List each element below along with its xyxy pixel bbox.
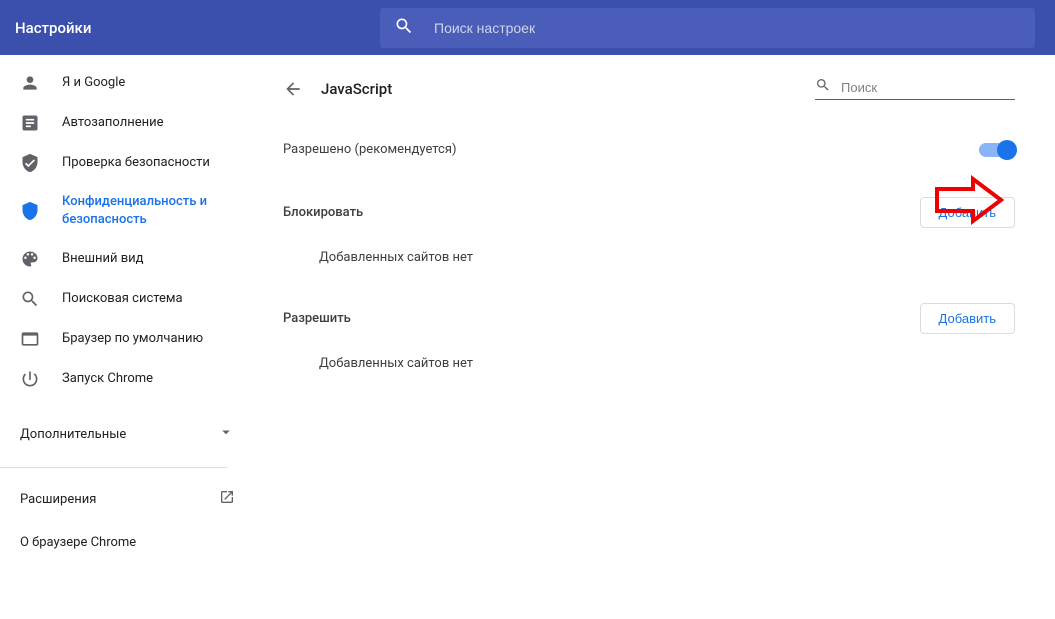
page-title: JavaScript [321, 80, 815, 98]
divider [0, 467, 228, 468]
allowed-label: Разрешено (рекомендуется) [283, 142, 456, 157]
allow-add-button[interactable]: Добавить [920, 303, 1015, 334]
search-icon [815, 77, 841, 97]
block-add-button[interactable]: Добавить [920, 197, 1015, 228]
sidebar-item-appearance[interactable]: Внешний вид [0, 239, 255, 279]
person-icon [20, 73, 40, 93]
sidebar-item-label: Внешний вид [62, 250, 255, 268]
sidebar-item-default-browser[interactable]: Браузер по умолчанию [0, 319, 255, 359]
sidebar-item-autofill[interactable]: Автозаполнение [0, 103, 255, 143]
block-section-title: Блокировать [283, 205, 363, 220]
arrow-back-icon [283, 79, 303, 99]
autofill-icon [20, 113, 40, 133]
main-header: JavaScript [283, 77, 1015, 100]
sidebar-extensions-label: Расширения [20, 492, 96, 507]
main-content: JavaScript Разрешено (рекомендуется) Бло… [255, 55, 1055, 619]
sidebar-extensions[interactable]: Расширения [0, 476, 255, 522]
sidebar-item-label: Конфиденциальность и безопасность [62, 193, 255, 229]
allow-empty-message: Добавленных сайтов нет [283, 356, 1015, 371]
app-header: Настройки [0, 0, 1055, 55]
allowed-setting-row: Разрешено (рекомендуется) [283, 142, 1015, 157]
sidebar-item-label: Браузер по умолчанию [62, 330, 255, 348]
settings-search[interactable] [380, 8, 1035, 48]
sidebar-item-safety-check[interactable]: Проверка безопасности [0, 143, 255, 183]
sidebar-advanced-label: Дополнительные [20, 427, 126, 442]
sidebar-item-startup[interactable]: Запуск Chrome [0, 359, 255, 399]
shield-icon [20, 201, 40, 221]
sidebar-about[interactable]: О браузере Chrome [0, 522, 255, 563]
back-button[interactable] [283, 79, 303, 99]
sidebar-about-label: О браузере Chrome [20, 535, 136, 550]
allow-section-title: Разрешить [283, 311, 351, 326]
allow-section: Разрешить Добавить Добавленных сайтов не… [283, 303, 1015, 371]
shield-check-icon [20, 153, 40, 173]
sidebar-item-google[interactable]: Я и Google [0, 63, 255, 103]
sidebar: Я и Google Автозаполнение Проверка безоп… [0, 55, 255, 619]
javascript-toggle[interactable] [979, 143, 1015, 157]
sidebar-advanced[interactable]: Дополнительные [0, 409, 255, 459]
page-search-input[interactable] [841, 80, 1015, 95]
open-external-icon [219, 489, 235, 509]
sidebar-item-label: Запуск Chrome [62, 370, 255, 388]
sidebar-item-label: Я и Google [62, 74, 255, 92]
sidebar-item-label: Проверка безопасности [62, 154, 255, 172]
search-icon [394, 16, 434, 40]
power-icon [20, 369, 40, 389]
sidebar-item-search[interactable]: Поисковая система [0, 279, 255, 319]
search-icon [20, 289, 40, 309]
page-search[interactable] [815, 77, 1015, 100]
sidebar-item-label: Автозаполнение [62, 114, 255, 132]
app-title: Настройки [15, 19, 380, 37]
block-empty-message: Добавленных сайтов нет [283, 250, 1015, 265]
settings-search-input[interactable] [434, 20, 1021, 36]
sidebar-item-label: Поисковая система [62, 290, 255, 308]
block-section: Блокировать Добавить Добавленных сайтов … [283, 197, 1015, 265]
sidebar-item-privacy[interactable]: Конфиденциальность и безопасность [0, 183, 255, 239]
palette-icon [20, 249, 40, 269]
browser-icon [20, 329, 40, 349]
chevron-down-icon [217, 423, 235, 445]
